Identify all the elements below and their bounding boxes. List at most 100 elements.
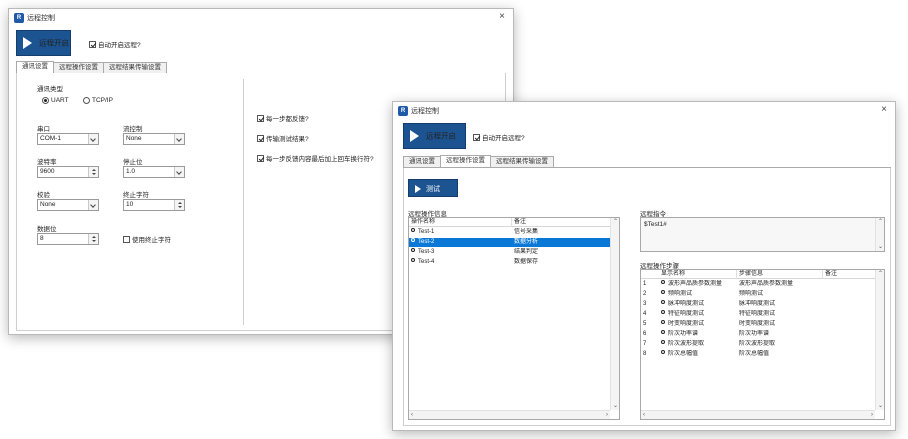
table-row[interactable]: 2 频响测试 频响测试 xyxy=(641,290,875,299)
port-label: 串口 xyxy=(37,126,50,133)
spinner-icon xyxy=(88,234,98,244)
endchar-label: 终止字符 xyxy=(123,192,149,199)
scroll-up-icon[interactable]: ⌃ xyxy=(613,218,618,226)
column-header[interactable]: 操作名称 xyxy=(409,218,512,227)
table-row[interactable]: 6 阶次功率谱 阶次功率谱 xyxy=(641,330,875,339)
play-icon xyxy=(23,37,32,49)
remote-start-button[interactable]: 远程开启 xyxy=(403,123,466,149)
bullet-icon xyxy=(661,300,665,305)
tab-remote-op-settings[interactable]: 远程操作设置 xyxy=(53,62,104,73)
test-button[interactable]: 测试 xyxy=(408,179,458,197)
flow-label: 流控制 xyxy=(123,126,143,133)
databits-label: 数据位 xyxy=(37,226,57,233)
table-row[interactable]: 1 波形声品质参数测量 波形声品质参数测量 xyxy=(641,280,875,289)
radio-icon xyxy=(42,97,49,104)
bullet-icon xyxy=(661,350,665,355)
scroll-right-icon[interactable]: › xyxy=(871,411,873,419)
front-window: R 远程控制 × 远程开启 自动开启远程? 通讯设置 远程操作设置 远程结果传输… xyxy=(392,101,896,431)
scroll-down-icon[interactable]: ⌄ xyxy=(878,402,883,410)
close-icon[interactable]: × xyxy=(881,105,887,115)
close-icon[interactable]: × xyxy=(499,12,505,22)
horizontal-scrollbar[interactable]: ‹ › xyxy=(641,410,875,419)
table-row[interactable]: 3 脉冲响度测试 脉冲响度测试 xyxy=(641,300,875,309)
checkbox-icon xyxy=(257,114,264,122)
scroll-down-icon[interactable]: ⌄ xyxy=(878,243,883,251)
transmit-results-checkbox[interactable]: 传输测试结果? xyxy=(257,133,309,143)
scroll-right-icon[interactable]: › xyxy=(606,411,608,419)
bullet-icon xyxy=(661,340,665,345)
play-icon xyxy=(410,130,419,142)
bullet-icon xyxy=(661,330,665,335)
column-header[interactable]: 显示名称 xyxy=(659,270,737,279)
endchar-stepper[interactable]: 10 xyxy=(123,199,185,211)
window-title: 远程控制 xyxy=(411,108,439,115)
scroll-down-icon[interactable]: ⌄ xyxy=(613,402,618,410)
checkbox-icon xyxy=(473,133,480,141)
table-row[interactable]: 7 阶次波形提取 阶次波形提取 xyxy=(641,340,875,349)
auto-start-checkbox[interactable]: 自动开启远程? xyxy=(473,132,525,142)
bullet-icon xyxy=(661,310,665,315)
cmd-textbox[interactable]: $Test1# ⌃ ⌄ xyxy=(640,217,885,252)
vertical-scrollbar[interactable]: ⌃ ⌄ xyxy=(610,218,619,410)
bullet-icon xyxy=(411,248,415,253)
vertical-scrollbar[interactable]: ⌃ ⌄ xyxy=(875,218,884,251)
front-tabs: 通讯设置 远程操作设置 远程结果传输设置 xyxy=(403,155,891,168)
table-row[interactable]: Test-3 结果判定 xyxy=(409,248,610,257)
scroll-left-icon[interactable]: ‹ xyxy=(643,411,645,419)
table-header: 操作名称 备注 xyxy=(409,218,612,227)
auto-start-checkbox[interactable]: 自动开启远程? xyxy=(89,39,141,49)
flow-select[interactable]: None xyxy=(123,133,185,145)
databits-stepper[interactable]: 8 xyxy=(37,233,99,245)
remote-op-panel: 测试 远程操作信息 操作名称 备注 Test-1 信号采集 Test-2 数据分… xyxy=(403,168,891,426)
tab-remote-op-settings[interactable]: 远程操作设置 xyxy=(440,155,491,167)
table-row[interactable]: 5 时变响度测试 时变响度测试 xyxy=(641,320,875,329)
tab-comm-settings[interactable]: 通讯设置 xyxy=(403,156,441,167)
comm-type-label: 通讯类型 xyxy=(37,86,63,93)
tab-remote-result-settings[interactable]: 远程结果传输设置 xyxy=(490,156,554,167)
table-row[interactable]: 4 特征响度测试 特征响度测试 xyxy=(641,310,875,319)
stopbit-select[interactable]: 1.0 xyxy=(123,166,185,178)
radio-icon xyxy=(83,97,90,104)
scroll-up-icon[interactable]: ⌃ xyxy=(878,270,883,278)
steps-table: 显示名称 步骤信息 备注 1 波形声品质参数测量 波形声品质参数测量 2 频响测… xyxy=(640,269,885,420)
parity-label: 校验 xyxy=(37,192,50,199)
uart-radio[interactable]: UART xyxy=(42,97,69,104)
back-titlebar: R 远程控制 × xyxy=(9,9,513,27)
table-row[interactable]: Test-4 数据保存 xyxy=(409,258,610,267)
checkbox-icon xyxy=(123,235,130,243)
bullet-icon xyxy=(661,280,665,285)
column-header[interactable]: 备注 xyxy=(512,218,612,227)
table-row[interactable]: 8 阶次总幅值 阶次总幅值 xyxy=(641,350,875,359)
checkbox-icon xyxy=(257,154,264,162)
stopbit-label: 停止位 xyxy=(123,159,143,166)
bullet-icon xyxy=(411,258,415,263)
tcpip-radio[interactable]: TCP/IP xyxy=(83,97,113,104)
vertical-scrollbar[interactable]: ⌃ ⌄ xyxy=(875,270,884,410)
checkbox-icon xyxy=(89,40,96,48)
use-endchar-checkbox[interactable]: 使用终止字符 xyxy=(123,234,171,244)
port-select[interactable]: COM-1 xyxy=(37,133,99,145)
app-icon: R xyxy=(398,106,408,116)
app-icon: R xyxy=(14,13,24,23)
feedback-each-step-checkbox[interactable]: 每一步都反馈? xyxy=(257,113,309,123)
scroll-up-icon[interactable]: ⌃ xyxy=(878,218,883,226)
append-crlf-checkbox[interactable]: 每一步反馈内容最后加上回车换行符? xyxy=(257,153,374,163)
bullet-icon xyxy=(411,228,415,233)
scroll-left-icon[interactable]: ‹ xyxy=(411,411,413,419)
horizontal-scrollbar[interactable]: ‹ › xyxy=(409,410,610,419)
baud-stepper[interactable]: 9600 xyxy=(37,166,99,178)
table-row[interactable]: Test-1 信号采集 xyxy=(409,228,610,237)
table-row-selected[interactable]: Test-2 数据分析 xyxy=(409,238,610,247)
window-title: 远程控制 xyxy=(27,15,55,22)
cmd-text: $Test1# xyxy=(644,221,667,228)
tab-remote-result-settings[interactable]: 远程结果传输设置 xyxy=(103,62,167,73)
spinner-icon xyxy=(88,167,98,177)
baud-label: 波特率 xyxy=(37,159,57,166)
chevron-down-icon xyxy=(174,167,184,177)
tab-comm-settings[interactable]: 通讯设置 xyxy=(16,61,54,73)
parity-select[interactable]: None xyxy=(37,199,99,211)
remote-start-button[interactable]: 远程开启 xyxy=(16,30,71,56)
column-header[interactable]: 备注 xyxy=(823,270,877,279)
bullet-icon xyxy=(411,238,415,243)
column-header[interactable]: 步骤信息 xyxy=(737,270,823,279)
